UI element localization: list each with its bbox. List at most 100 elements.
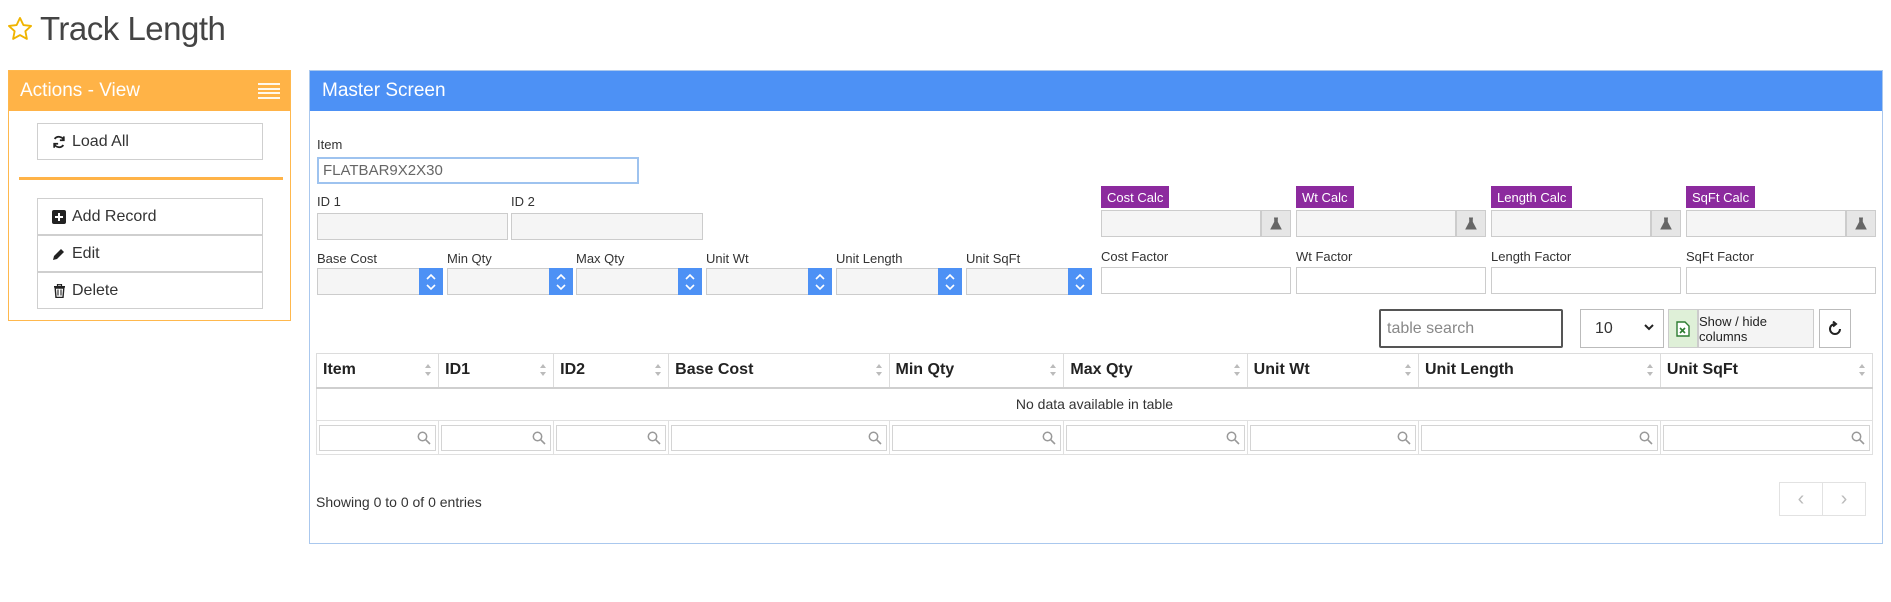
master-header: Master Screen [310,71,1882,111]
search-icon [868,431,882,445]
column-header-min-qty[interactable]: Min Qty [888,353,1065,389]
filter-input-item[interactable] [319,424,437,451]
wt-calc-flask-button[interactable] [1456,210,1486,237]
filter-input-min-qty[interactable] [891,424,1062,451]
filter-input-base-cost[interactable] [671,424,887,451]
page-length-select[interactable]: 10 [1580,309,1664,348]
length-factor-input[interactable] [1491,267,1681,294]
sqft-calc-input[interactable] [1686,210,1846,237]
flask-icon [1465,217,1477,230]
column-header-unit-length[interactable]: Unit Length [1417,353,1661,389]
unit-wt-stepper[interactable] [808,268,832,295]
actions-header: Actions - View [9,71,290,111]
min-qty-label: Min Qty [447,251,492,266]
wt-calc-badge: Wt Calc [1296,186,1354,208]
base-cost-stepper[interactable] [419,268,443,295]
length-factor-label: Length Factor [1491,249,1572,264]
cost-factor-input[interactable] [1101,267,1291,294]
refresh-icon [51,134,67,150]
filter-input-id2[interactable] [556,424,667,451]
unit-sqft-stepper[interactable] [1068,268,1092,295]
wt-calc-input[interactable] [1296,210,1456,237]
search-icon [1851,431,1865,445]
edit-button[interactable]: Edit [37,235,263,272]
pagination: ‹ › [1779,482,1866,516]
length-calc-badge: Length Calc [1491,186,1573,208]
column-header-item[interactable]: Item [315,353,440,389]
item-input[interactable]: FLATBAR9X2X30 [317,157,639,184]
unit-wt-input[interactable] [706,268,810,295]
flask-icon [1660,217,1672,230]
sort-icon [654,363,662,377]
unit-wt-label: Unit Wt [706,251,749,266]
load-all-label: Load All [72,132,129,150]
hamburger-menu-icon[interactable] [258,83,280,99]
next-page-button[interactable]: › [1823,483,1865,515]
show-hide-columns-button[interactable]: Show / hide columns [1698,309,1814,348]
min-qty-stepper[interactable] [549,268,573,295]
page-title-text: Track Length [40,10,226,47]
column-header-id2[interactable]: ID2 [553,353,670,389]
id1-label: ID 1 [317,194,341,209]
column-header-max-qty[interactable]: Max Qty [1063,353,1248,389]
star-icon[interactable] [6,15,34,43]
length-calc-flask-button[interactable] [1651,210,1681,237]
search-icon [417,431,431,445]
sqft-calc-flask-button[interactable] [1846,210,1876,237]
max-qty-input[interactable] [576,268,680,295]
filter-input-max-qty[interactable] [1066,424,1245,451]
edit-label: Edit [72,244,100,262]
add-record-label: Add Record [72,207,157,225]
min-qty-input[interactable] [447,268,551,295]
column-header-unit-sqft[interactable]: Unit SqFt [1659,353,1874,389]
cost-calc-input[interactable] [1101,210,1261,237]
unit-length-input[interactable] [836,268,940,295]
max-qty-stepper[interactable] [678,268,702,295]
previous-page-button[interactable]: ‹ [1780,483,1823,515]
table-search-input[interactable]: table search [1379,309,1563,348]
data-table: Item ID1 ID2 Base Cost Min Qty Max Qty U… [315,353,1874,455]
filter-input-unit-sqft[interactable] [1662,424,1870,451]
base-cost-input[interactable] [317,268,421,295]
delete-button[interactable]: Delete [37,272,263,309]
sort-icon [875,363,883,377]
column-header-base-cost[interactable]: Base Cost [668,353,890,389]
page-title: Track Length [6,10,226,48]
id2-input[interactable] [511,213,703,240]
reload-button[interactable] [1819,309,1851,348]
load-all-button[interactable]: Load All [37,123,263,160]
unit-length-stepper[interactable] [938,268,962,295]
table-info: Showing 0 to 0 of 0 entries [316,494,482,510]
trash-icon [51,283,67,299]
sqft-calc-badge: SqFt Calc [1686,186,1756,208]
excel-export-button[interactable] [1668,309,1698,348]
filter-input-unit-wt[interactable] [1249,424,1416,451]
empty-message: No data available in table [316,386,1873,421]
id1-input[interactable] [317,213,508,240]
table-empty-row: No data available in table [316,386,1873,421]
filter-input-unit-length[interactable] [1420,424,1658,451]
excel-icon [1676,320,1690,337]
sqft-factor-input[interactable] [1686,267,1876,294]
search-icon [1397,431,1411,445]
add-record-button[interactable]: Add Record [37,198,263,235]
sort-icon [1049,363,1057,377]
cost-calc-badge: Cost Calc [1101,186,1170,208]
pencil-icon [51,246,67,262]
length-calc-input[interactable] [1491,210,1651,237]
wt-factor-input[interactable] [1296,267,1486,294]
table-filter-row [315,420,1874,455]
sort-icon [424,363,432,377]
column-header-id1[interactable]: ID1 [438,353,555,389]
reload-icon [1829,320,1841,335]
unit-sqft-label: Unit SqFt [966,251,1021,266]
filter-input-id1[interactable] [441,424,552,451]
column-header-unit-wt[interactable]: Unit Wt [1246,353,1419,389]
item-label: Item [317,137,343,152]
chevron-down-icon [1644,324,1654,331]
table-header-row: Item ID1 ID2 Base Cost Min Qty Max Qty U… [315,353,1874,389]
sqft-factor-label: SqFt Factor [1686,249,1754,264]
unit-sqft-input[interactable] [966,268,1070,295]
cost-calc-flask-button[interactable] [1261,210,1291,237]
search-icon [647,431,661,445]
